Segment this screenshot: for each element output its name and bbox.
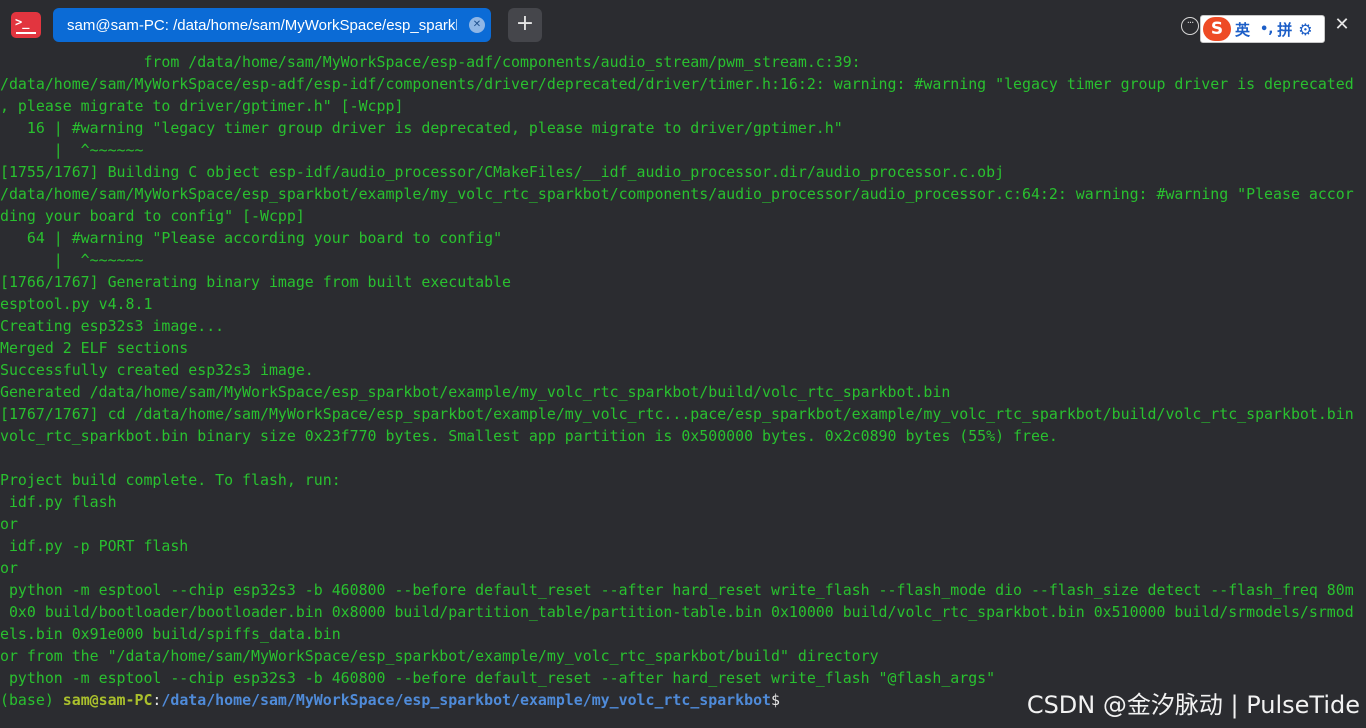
terminal-line: | ^~~~~~~ (0, 141, 144, 159)
terminal-line: , please migrate to driver/gptimer.h" [-… (0, 97, 404, 115)
terminal-line: Generated /data/home/sam/MyWorkSpace/esp… (0, 383, 951, 401)
terminal-line: Creating esp32s3 image... (0, 317, 225, 335)
terminal-line: [1766/1767] Generating binary image from… (0, 273, 512, 291)
terminal-tab[interactable]: sam@sam-PC: /data/home/sam/MyWorkSpace/e… (53, 8, 491, 42)
terminal-line: 16 | #warning "legacy timer group driver… (0, 119, 843, 137)
terminal-output[interactable]: from /data/home/sam/MyWorkSpace/esp-adf/… (0, 50, 1366, 728)
terminal-line: or (0, 559, 18, 577)
terminal-line: volc_rtc_sparkbot.bin binary size 0x23f7… (0, 427, 1058, 445)
terminal-line: esptool.py v4.8.1 (0, 295, 153, 313)
terminal-line: [1767/1767] cd /data/home/sam/MyWorkSpac… (0, 405, 1354, 423)
more-icon[interactable]: ··· (1181, 17, 1199, 35)
ime-settings-icon[interactable]: ⚙ (1298, 20, 1312, 39)
terminal-line: /data/home/sam/MyWorkSpace/esp_sparkbot/… (0, 185, 1354, 203)
ime-toolbar[interactable]: S 英 •, 拼 ⚙ (1200, 15, 1325, 43)
tab-close-icon[interactable]: ✕ (469, 17, 485, 33)
ime-mode-toggle[interactable]: 英 (1235, 19, 1250, 40)
new-tab-button[interactable]: + (508, 8, 542, 42)
prompt-user: sam@sam-PC (62, 691, 153, 709)
terminal-line: idf.py -p PORT flash (0, 537, 189, 555)
prompt-path: /data/home/sam/MyWorkSpace/esp_sparkbot/… (161, 691, 772, 709)
terminal-line: or (0, 515, 18, 533)
terminal-line: [1755/1767] Building C object esp-idf/au… (0, 163, 1005, 181)
terminal-line: 0x0 build/bootloader/bootloader.bin 0x80… (0, 603, 1354, 621)
terminal-line: idf.py flash (0, 493, 117, 511)
terminal-line: Merged 2 ELF sections (0, 339, 189, 357)
ime-pinyin-toggle[interactable]: 拼 (1277, 19, 1292, 40)
prompt-env: (base) (0, 691, 63, 709)
terminal-line: /data/home/sam/MyWorkSpace/esp-adf/esp-i… (0, 75, 1354, 93)
terminal-line: Project build complete. To flash, run: (0, 471, 341, 489)
terminal-app-icon[interactable]: >_ (11, 12, 41, 38)
terminal-line: python -m esptool --chip esp32s3 -b 4608… (0, 581, 1354, 599)
title-bar: >_ sam@sam-PC: /data/home/sam/MyWorkSpac… (0, 0, 1366, 50)
prompt-dollar: $ (771, 691, 780, 709)
terminal-line: | ^~~~~~~ (0, 251, 144, 269)
tab-title: sam@sam-PC: /data/home/sam/MyWorkSpace/e… (67, 16, 457, 34)
terminal-line: or from the "/data/home/sam/MyWorkSpace/… (0, 647, 879, 665)
terminal-line: 64 | #warning "Please according your boa… (0, 229, 503, 247)
terminal-line: Successfully created esp32s3 image. (0, 361, 314, 379)
csdn-watermark: CSDN @金汐脉动 | PulseTide (1026, 691, 1360, 719)
sogou-logo-icon[interactable]: S (1203, 17, 1231, 41)
terminal-line: ding your board to config" [-Wcpp] (0, 207, 305, 225)
ime-punctuation-toggle[interactable]: •, (1260, 22, 1273, 37)
terminal-line: from /data/home/sam/MyWorkSpace/esp-adf/… (0, 53, 861, 71)
terminal-line: els.bin 0x91e000 build/spiffs_data.bin (0, 625, 341, 643)
window-close-icon[interactable]: ✕ (1332, 13, 1352, 37)
